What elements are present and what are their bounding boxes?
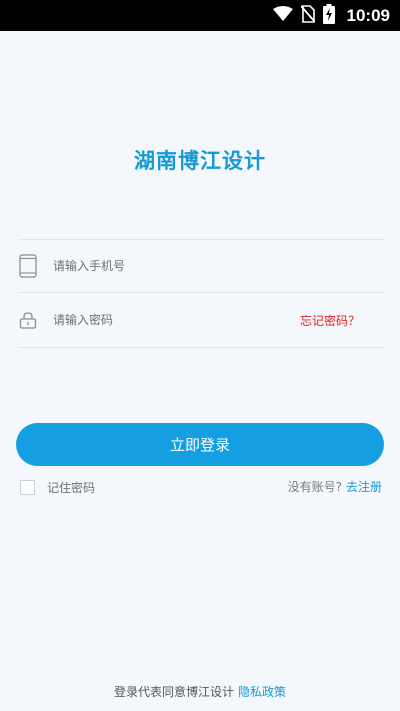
status-time: 10:09 bbox=[346, 5, 390, 25]
password-input[interactable] bbox=[53, 313, 273, 327]
remember-label: 记住密码 bbox=[47, 481, 96, 495]
remember-password-toggle[interactable]: 记住密码 bbox=[20, 479, 95, 496]
remember-checkbox[interactable] bbox=[20, 480, 35, 495]
password-field[interactable]: 忘记密码？ bbox=[18, 294, 384, 346]
phone-input[interactable] bbox=[53, 259, 273, 273]
footer: 登录代表同意博江设计 隐私政策 bbox=[0, 683, 400, 700]
battery-charging-icon bbox=[322, 3, 335, 28]
lock-icon bbox=[18, 308, 38, 332]
phone-field-bottom-divider bbox=[18, 292, 384, 293]
wifi-icon bbox=[272, 5, 293, 26]
register-link[interactable]: 去注册 bbox=[346, 478, 382, 495]
forgot-password-link[interactable]: 忘记密码？ bbox=[300, 312, 360, 329]
no-account-text: 没有账号? bbox=[287, 480, 342, 494]
password-field-bottom-divider bbox=[18, 347, 384, 348]
phone-field[interactable] bbox=[18, 240, 384, 292]
no-sim-icon bbox=[299, 4, 316, 27]
status-bar: 10:09 bbox=[0, 0, 400, 31]
register-row: 没有账号? 去注册 bbox=[288, 478, 382, 495]
login-button[interactable]: 立即登录 bbox=[16, 423, 384, 466]
phone-icon bbox=[18, 254, 38, 278]
privacy-policy-link[interactable]: 隐私政策 bbox=[238, 685, 286, 699]
agreement-text: 登录代表同意博江设计 bbox=[113, 685, 234, 699]
app-title: 湖南博江设计 bbox=[134, 148, 266, 173]
status-icons: 10:09 bbox=[272, 0, 390, 31]
